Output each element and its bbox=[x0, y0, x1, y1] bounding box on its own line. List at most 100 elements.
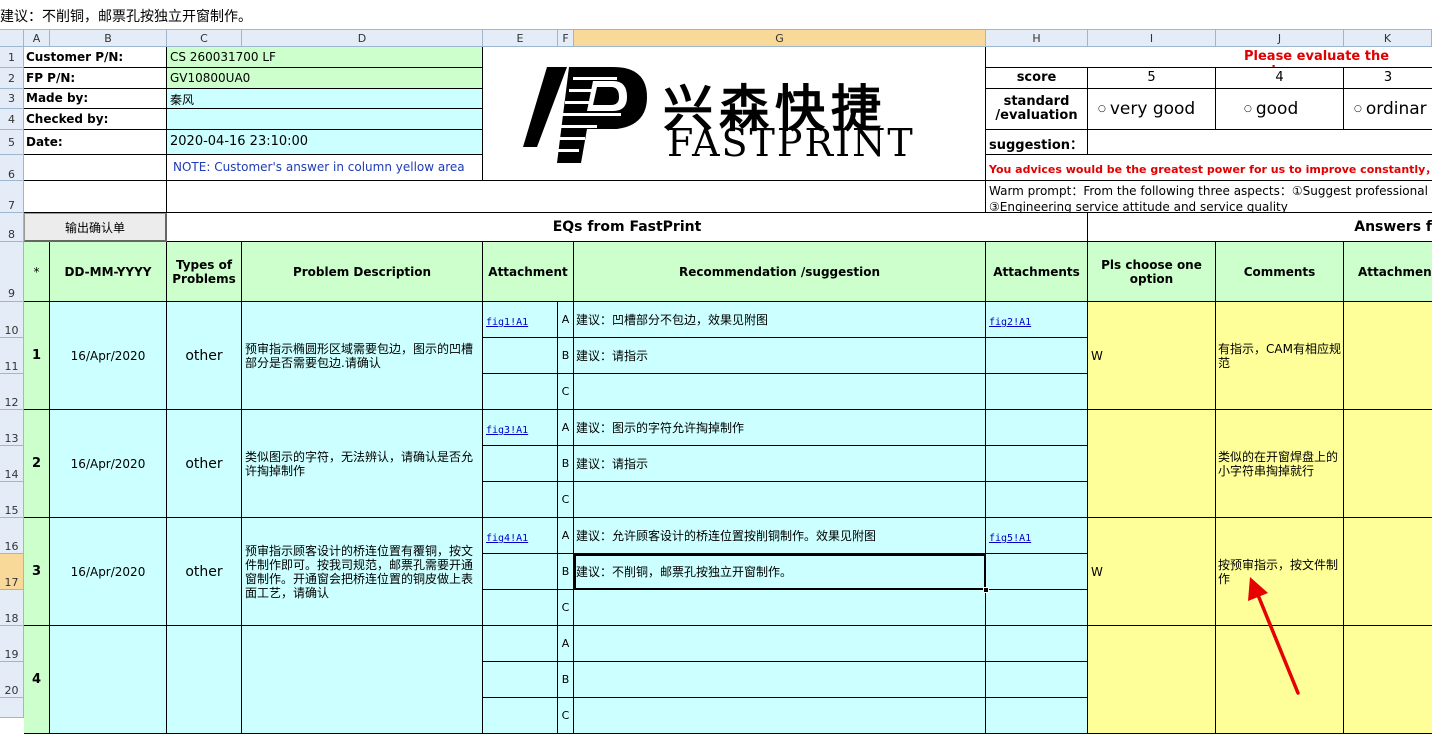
eq-attachment[interactable]: fig3!A1 bbox=[483, 410, 558, 446]
eq-attachment[interactable] bbox=[483, 482, 558, 518]
export-confirm-button[interactable]: 输出确认单 bbox=[24, 213, 167, 242]
answer-comment[interactable]: 类似的在开窗焊盘上的小字符串掏掉就行 bbox=[1216, 410, 1344, 518]
eq-attachment[interactable] bbox=[483, 374, 558, 410]
eq-date[interactable]: 16/Apr/2020 bbox=[50, 518, 167, 626]
col-header-h[interactable]: H bbox=[986, 30, 1088, 47]
row-header[interactable]: 20 bbox=[0, 662, 24, 698]
recommendation-cell[interactable] bbox=[574, 374, 986, 410]
recommendation-cell[interactable]: 建议：允许顾客设计的桥连位置按削铜制作。效果见附图 bbox=[574, 518, 986, 554]
rec-attachment[interactable] bbox=[986, 554, 1088, 590]
date-value[interactable]: 2020-04-16 23:10:00 bbox=[167, 130, 483, 155]
rec-attachment[interactable] bbox=[986, 590, 1088, 626]
rec-attachment[interactable] bbox=[986, 338, 1088, 374]
row-header[interactable]: 6 bbox=[0, 155, 24, 181]
formula-bar[interactable]: 建议：不削铜，邮票孔按独立开窗制作。 bbox=[0, 0, 1432, 30]
recommendation-cell[interactable] bbox=[574, 482, 986, 518]
row-header[interactable]: 11 bbox=[0, 338, 24, 374]
row-header[interactable]: 7 bbox=[0, 181, 24, 213]
eq-type[interactable]: other bbox=[167, 518, 242, 626]
radio-icon[interactable]: ○ bbox=[1354, 104, 1362, 114]
checked-by-value[interactable] bbox=[167, 109, 483, 130]
radio-icon[interactable]: ○ bbox=[1098, 104, 1106, 114]
rec-attachment[interactable] bbox=[986, 374, 1088, 410]
recommendation-cell[interactable] bbox=[574, 590, 986, 626]
eq-date[interactable]: 16/Apr/2020 bbox=[50, 410, 167, 518]
row-header[interactable]: 13 bbox=[0, 410, 24, 446]
eq-date[interactable]: 16/Apr/2020 bbox=[50, 302, 167, 410]
rec-attachment[interactable] bbox=[986, 482, 1088, 518]
answer-attachment[interactable] bbox=[1344, 302, 1432, 410]
suggestion-input[interactable] bbox=[1088, 130, 1432, 155]
col-header-c[interactable]: C bbox=[167, 30, 242, 47]
answer-attachment[interactable] bbox=[1344, 410, 1432, 518]
row-header[interactable]: 5 bbox=[0, 130, 24, 155]
eq-attachment[interactable]: fig1!A1 bbox=[483, 302, 558, 338]
recommendation-cell-selected[interactable]: 建议：不削铜，邮票孔按独立开窗制作。 bbox=[574, 554, 986, 590]
eq-type[interactable]: other bbox=[167, 410, 242, 518]
eq-attachment[interactable] bbox=[483, 446, 558, 482]
answer-option[interactable] bbox=[1088, 410, 1216, 518]
col-header-e[interactable]: E bbox=[483, 30, 558, 47]
rec-attachment[interactable]: fig2!A1 bbox=[986, 302, 1088, 338]
row-header[interactable]: 1 bbox=[0, 47, 24, 68]
col-header-i[interactable]: I bbox=[1088, 30, 1216, 47]
fill-handle[interactable] bbox=[983, 587, 989, 593]
row-header[interactable]: 14 bbox=[0, 446, 24, 482]
rec-attachment[interactable] bbox=[986, 446, 1088, 482]
row-header[interactable]: 17 bbox=[0, 554, 24, 590]
col-header-g[interactable]: G bbox=[574, 30, 986, 47]
eq-type[interactable]: other bbox=[167, 302, 242, 410]
col-header-a[interactable]: A bbox=[24, 30, 50, 47]
eq-attachment[interactable] bbox=[483, 590, 558, 626]
answer-comment[interactable]: 有指示，CAM有相应规范 bbox=[1216, 302, 1344, 410]
row-header[interactable]: 9 bbox=[0, 242, 24, 302]
attachment-link[interactable]: fig4!A1 bbox=[486, 533, 528, 544]
col-header-k[interactable]: K bbox=[1344, 30, 1432, 47]
eq-attachment[interactable] bbox=[483, 338, 558, 374]
row-header[interactable]: 12 bbox=[0, 374, 24, 410]
select-all-corner[interactable] bbox=[0, 30, 24, 47]
row-header[interactable]: 16 bbox=[0, 518, 24, 554]
eq-problem[interactable]: 预审指示顾客设计的桥连位置有覆铜，按文件制作即可。按我司规范，邮票孔需要开通窗制… bbox=[242, 518, 483, 626]
row-header[interactable] bbox=[0, 698, 24, 718]
rec-attachment[interactable]: fig5!A1 bbox=[986, 518, 1088, 554]
eq-attachment[interactable] bbox=[483, 554, 558, 590]
eq-problem[interactable]: 预审指示椭圆形区域需要包边，图示的凹槽部分是否需要包边.请确认 bbox=[242, 302, 483, 410]
fp-pn-value[interactable]: GV10800UA0 bbox=[167, 68, 483, 89]
eq-attachment[interactable] bbox=[483, 662, 558, 698]
answer-option[interactable]: W bbox=[1088, 518, 1216, 626]
row-header[interactable]: 10 bbox=[0, 302, 24, 338]
option-very-good[interactable]: ○ very good bbox=[1088, 89, 1216, 130]
row-header[interactable]: 8 bbox=[0, 213, 24, 242]
option-good[interactable]: ○ good bbox=[1216, 89, 1344, 130]
made-by-value[interactable]: 秦风 bbox=[167, 89, 483, 109]
row-header[interactable]: 19 bbox=[0, 626, 24, 662]
radio-icon[interactable]: ○ bbox=[1244, 104, 1252, 114]
col-header-d[interactable]: D bbox=[242, 30, 483, 47]
customer-pn-value[interactable]: CS 260031700 LF bbox=[167, 47, 483, 68]
row-header[interactable]: 4 bbox=[0, 109, 24, 130]
attachment-link[interactable]: fig5!A1 bbox=[989, 533, 1031, 544]
col-header-f[interactable]: F bbox=[558, 30, 574, 47]
col-header-j[interactable]: J bbox=[1216, 30, 1344, 47]
eq-attachment[interactable]: fig4!A1 bbox=[483, 518, 558, 554]
recommendation-cell[interactable] bbox=[574, 626, 986, 662]
attachment-link[interactable]: fig2!A1 bbox=[989, 317, 1031, 328]
rec-attachment[interactable] bbox=[986, 626, 1088, 662]
eq-attachment[interactable] bbox=[483, 698, 558, 734]
row-header[interactable]: 18 bbox=[0, 590, 24, 626]
attachment-link[interactable]: fig1!A1 bbox=[486, 317, 528, 328]
recommendation-cell[interactable]: 建议：请指示 bbox=[574, 446, 986, 482]
recommendation-cell[interactable] bbox=[574, 662, 986, 698]
col-header-b[interactable]: B bbox=[50, 30, 167, 47]
row-header[interactable]: 3 bbox=[0, 89, 24, 109]
recommendation-cell[interactable] bbox=[574, 698, 986, 734]
answer-option[interactable]: W bbox=[1088, 302, 1216, 410]
option-ordinary[interactable]: ○ ordinar bbox=[1344, 89, 1432, 130]
recommendation-cell[interactable]: 建议：凹槽部分不包边，效果见附图 bbox=[574, 302, 986, 338]
answer-attachment[interactable] bbox=[1344, 518, 1432, 626]
recommendation-cell[interactable]: 建议：请指示 bbox=[574, 338, 986, 374]
row-header[interactable]: 15 bbox=[0, 482, 24, 518]
eq-attachment[interactable] bbox=[483, 626, 558, 662]
rec-attachment[interactable] bbox=[986, 410, 1088, 446]
